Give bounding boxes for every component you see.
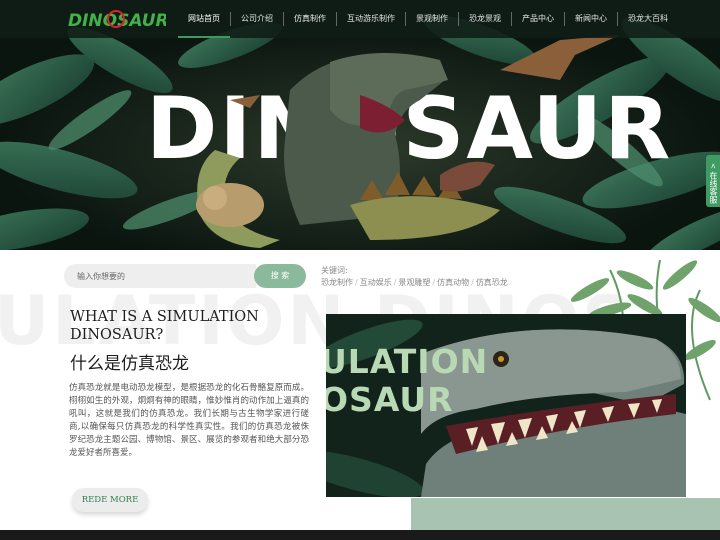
svg-text:DINOSAUR: DINOSAUR [68,11,166,31]
logo[interactable]: DINOSAUR [66,6,166,32]
keyword-link[interactable]: 仿真动物 [437,278,469,287]
nav-item-products[interactable]: 产品中心 [512,0,564,38]
online-service-tab[interactable]: < 在线客服 [706,155,720,207]
keyword-link[interactable]: 互动娱乐 [360,278,392,287]
intro-title-english: WHAT IS A SIMULATION DINOSAUR? [70,309,259,343]
nav-item-about[interactable]: 公司介绍 [231,0,283,38]
nav-item-home[interactable]: 网站首页 [178,0,230,38]
nav-item-simulation[interactable]: 仿真制作 [284,0,336,38]
search-button[interactable]: 搜 索 [254,264,306,288]
keyword-separator: / [471,278,474,287]
image-overlay-title: ULATION OSAUR [326,343,488,419]
footer-strip [0,530,720,540]
image-title-line-1: ULATION [326,342,489,381]
online-service-label: 在线客服 [709,171,718,204]
nav-item-dino-landscape[interactable]: 恐龙景观 [459,0,511,38]
keyword-link[interactable]: 仿真恐龙 [476,278,508,287]
read-more-button[interactable]: REDE MORE [72,488,148,512]
nav-item-landscape[interactable]: 景观制作 [406,0,458,38]
nav-item-interactive[interactable]: 互动游乐制作 [337,0,405,38]
nav-item-news[interactable]: 新闻中心 [565,0,617,38]
keywords-label: 关键词: [321,266,348,275]
site-header: DINOSAUR 网站首页 公司介绍 仿真制作 互动游乐制作 景观制作 恐龙景观… [0,0,720,38]
dinosaur-closeup-image: ULATION OSAUR [326,314,686,497]
image-title-line-2: OSAUR [326,380,454,419]
search-input[interactable] [64,264,256,288]
keyword-link[interactable]: 恐龙制作 [321,278,353,287]
nav-item-encyclopedia[interactable]: 恐龙大百科 [618,0,678,38]
intro-section: ULATION DINOS 搜 索 关键词: 恐龙制作/互动娱乐/景观雕塑/仿真… [0,250,720,540]
intro-description: 仿真恐龙就是电动恐龙模型，是根据恐龙的化石骨骼复原而成。栩栩如生的外观，炯炯有神… [69,383,309,458]
keywords-list: 恐龙制作 / 互动娱乐 / 景观雕塑 / 仿真动物 / 仿真恐龙 [321,277,508,288]
keyword-link[interactable]: 景观雕塑 [398,278,430,287]
intro-title-chinese: 什么是仿真恐龙 [70,354,189,374]
main-nav: 网站首页 公司介绍 仿真制作 互动游乐制作 景观制作 恐龙景观 产品中心 新闻中… [178,0,678,38]
keyword-separator: / [355,278,358,287]
chevron-left-icon: < [709,162,717,169]
